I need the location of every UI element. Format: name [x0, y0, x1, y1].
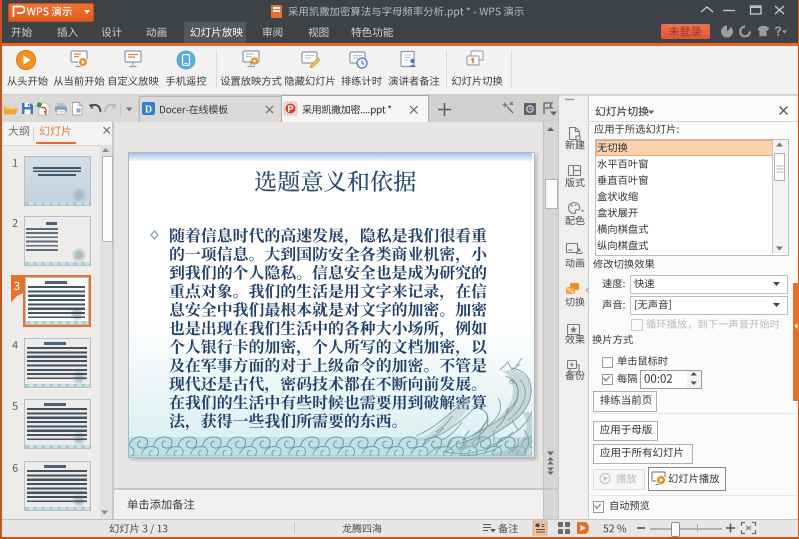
- svg-text:P: P: [287, 104, 293, 114]
- svg-text:D: D: [145, 105, 152, 116]
